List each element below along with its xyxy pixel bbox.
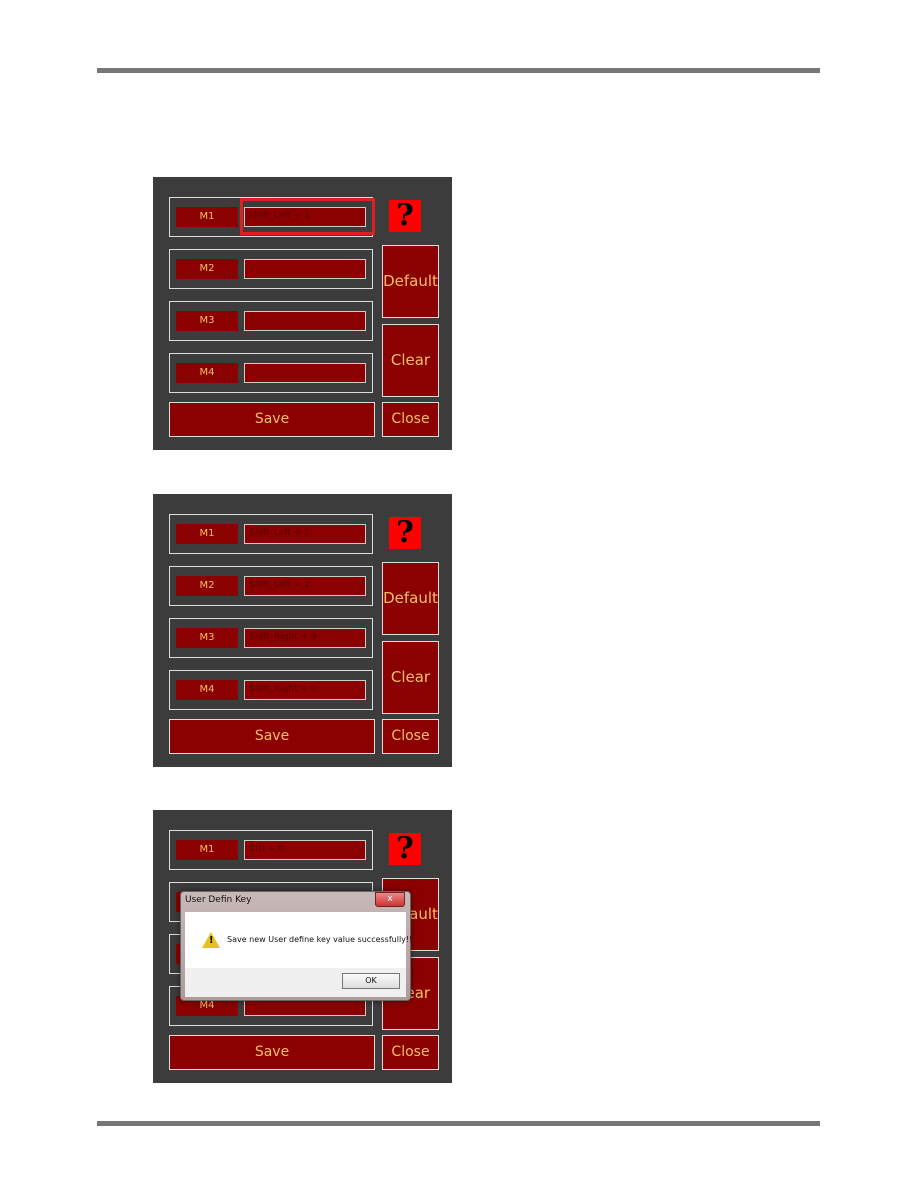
- macro-key-input[interactable]: Shift_Left + 2: [244, 576, 366, 596]
- help-icon[interactable]: ?: [389, 517, 421, 549]
- macro-label: M2: [176, 259, 238, 279]
- macro-row-3: M3 Shift_Right + 9: [169, 618, 373, 658]
- save-button[interactable]: Save: [169, 402, 375, 437]
- macro-row-2: M2 Shift_Left + 2: [169, 566, 373, 606]
- macro-row-4: M4: [169, 353, 373, 393]
- macro-label: M4: [176, 680, 238, 700]
- macro-key-input[interactable]: Ctrl + 0: [244, 840, 366, 860]
- warning-icon: !: [202, 932, 220, 948]
- macro-label: M2: [176, 576, 238, 596]
- macro-key-input[interactable]: Shift_Right + 9: [244, 628, 366, 648]
- dialog-title: User Defin Key: [185, 895, 252, 905]
- bottom-rule: [97, 1121, 820, 1126]
- macro-row-2: M2: [169, 249, 373, 289]
- clear-button[interactable]: Clear: [382, 324, 439, 397]
- default-button[interactable]: Default: [382, 562, 439, 635]
- user-define-key-panel: M1 Shift_Left + 1 M2 M3 M4 ? Default Cle…: [153, 177, 452, 450]
- macro-label: M3: [176, 628, 238, 648]
- message-dialog: User Defin Key x ! Save new User define …: [180, 891, 412, 1001]
- macro-key-input[interactable]: [244, 363, 366, 383]
- help-icon[interactable]: ?: [389, 200, 421, 232]
- close-button[interactable]: Close: [382, 1035, 439, 1070]
- macro-row-1: M1 Ctrl + 0: [169, 830, 373, 870]
- macro-row-1: M1 Shift_Left + 1: [169, 514, 373, 554]
- macro-key-input[interactable]: [244, 311, 366, 331]
- macro-key-input[interactable]: Shift_Left + 1: [244, 524, 366, 544]
- close-button[interactable]: Close: [382, 719, 439, 754]
- dialog-close-button[interactable]: x: [375, 892, 405, 907]
- clear-button[interactable]: Clear: [382, 641, 439, 714]
- user-define-key-panel: M1 Shift_Left + 1 M2 Shift_Left + 2 M3 S…: [153, 494, 452, 767]
- save-button[interactable]: Save: [169, 1035, 375, 1070]
- user-define-key-panel: M1 Ctrl + 0 M2 M3 M4 ? Default Clear Sav…: [153, 810, 452, 1083]
- macro-key-input[interactable]: Shift_Right + 0: [244, 680, 366, 700]
- macro-key-input[interactable]: [244, 259, 366, 279]
- top-rule: [97, 68, 820, 73]
- macro-label: M1: [176, 840, 238, 860]
- dialog-message: Save new User define key value successfu…: [227, 935, 413, 944]
- macro-label: M4: [176, 363, 238, 383]
- help-icon[interactable]: ?: [389, 833, 421, 865]
- macro-label: M1: [176, 207, 238, 227]
- ok-button[interactable]: OK: [342, 973, 400, 989]
- default-button[interactable]: Default: [382, 245, 439, 318]
- macro-row-4: M4 Shift_Right + 0: [169, 670, 373, 710]
- macro-label: M3: [176, 311, 238, 331]
- save-button[interactable]: Save: [169, 719, 375, 754]
- focus-highlight: [240, 198, 375, 235]
- close-button[interactable]: Close: [382, 402, 439, 437]
- dialog-body: ! Save new User define key value success…: [185, 912, 412, 997]
- macro-row-3: M3: [169, 301, 373, 341]
- dialog-footer: OK: [185, 968, 406, 997]
- macro-label: M1: [176, 524, 238, 544]
